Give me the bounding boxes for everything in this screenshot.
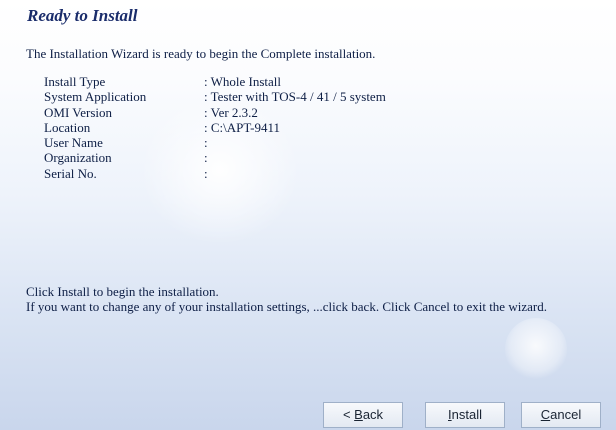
detail-label: User Name [44,135,103,151]
install-details: Install Type : Whole Install System Appl… [44,74,386,181]
detail-row-omi-version: OMI Version : Ver 2.3.2 [44,105,386,120]
detail-value: : [204,165,208,181]
cancel-button[interactable]: Cancel [521,402,601,428]
decorative-orb [505,318,567,380]
back-button[interactable]: < Back [323,402,403,428]
install-button-rest: nstall [451,407,482,422]
detail-value: : Whole Install [204,74,282,89]
detail-row-serial-no: Serial No. : [44,166,386,181]
detail-label: Location [44,119,91,135]
detail-label: Serial No. [44,165,97,181]
footer-line-1: Click Install to begin the installation. [26,284,219,299]
detail-value: : C:\APT-9411 [204,119,280,135]
footer-instructions: Click Install to begin the installation.… [26,284,616,315]
detail-value: : Ver 2.3.2 [204,104,258,120]
cancel-button-mnemonic: C [540,407,551,422]
detail-row-install-type: Install Type : Whole Install [44,74,386,89]
detail-label: System Application [44,89,147,105]
detail-row-location: Location : C:\APT-9411 [44,120,386,135]
detail-row-system-application: System Application : Tester with TOS-4 /… [44,89,386,104]
detail-row-organization: Organization : [44,150,386,165]
detail-value: : Tester with TOS-4 / 41 / 5 system [204,89,386,105]
page-title: Ready to Install [27,6,138,25]
detail-value: : [204,150,208,166]
intro-text: The Installation Wizard is ready to begi… [26,46,376,61]
install-button[interactable]: Install [425,402,505,428]
detail-value: : [204,135,208,151]
detail-label: Organization [44,150,112,166]
cancel-button-rest: ancel [550,407,582,422]
footer-line-2: If you want to change any of your instal… [26,299,547,315]
back-button-prefix: < [342,407,355,422]
detail-label: OMI Version [44,104,113,120]
back-button-mnemonic: B [354,407,363,422]
back-button-rest: ack [362,407,384,422]
detail-label: Install Type [44,74,106,89]
detail-row-user-name: User Name : [44,135,386,150]
